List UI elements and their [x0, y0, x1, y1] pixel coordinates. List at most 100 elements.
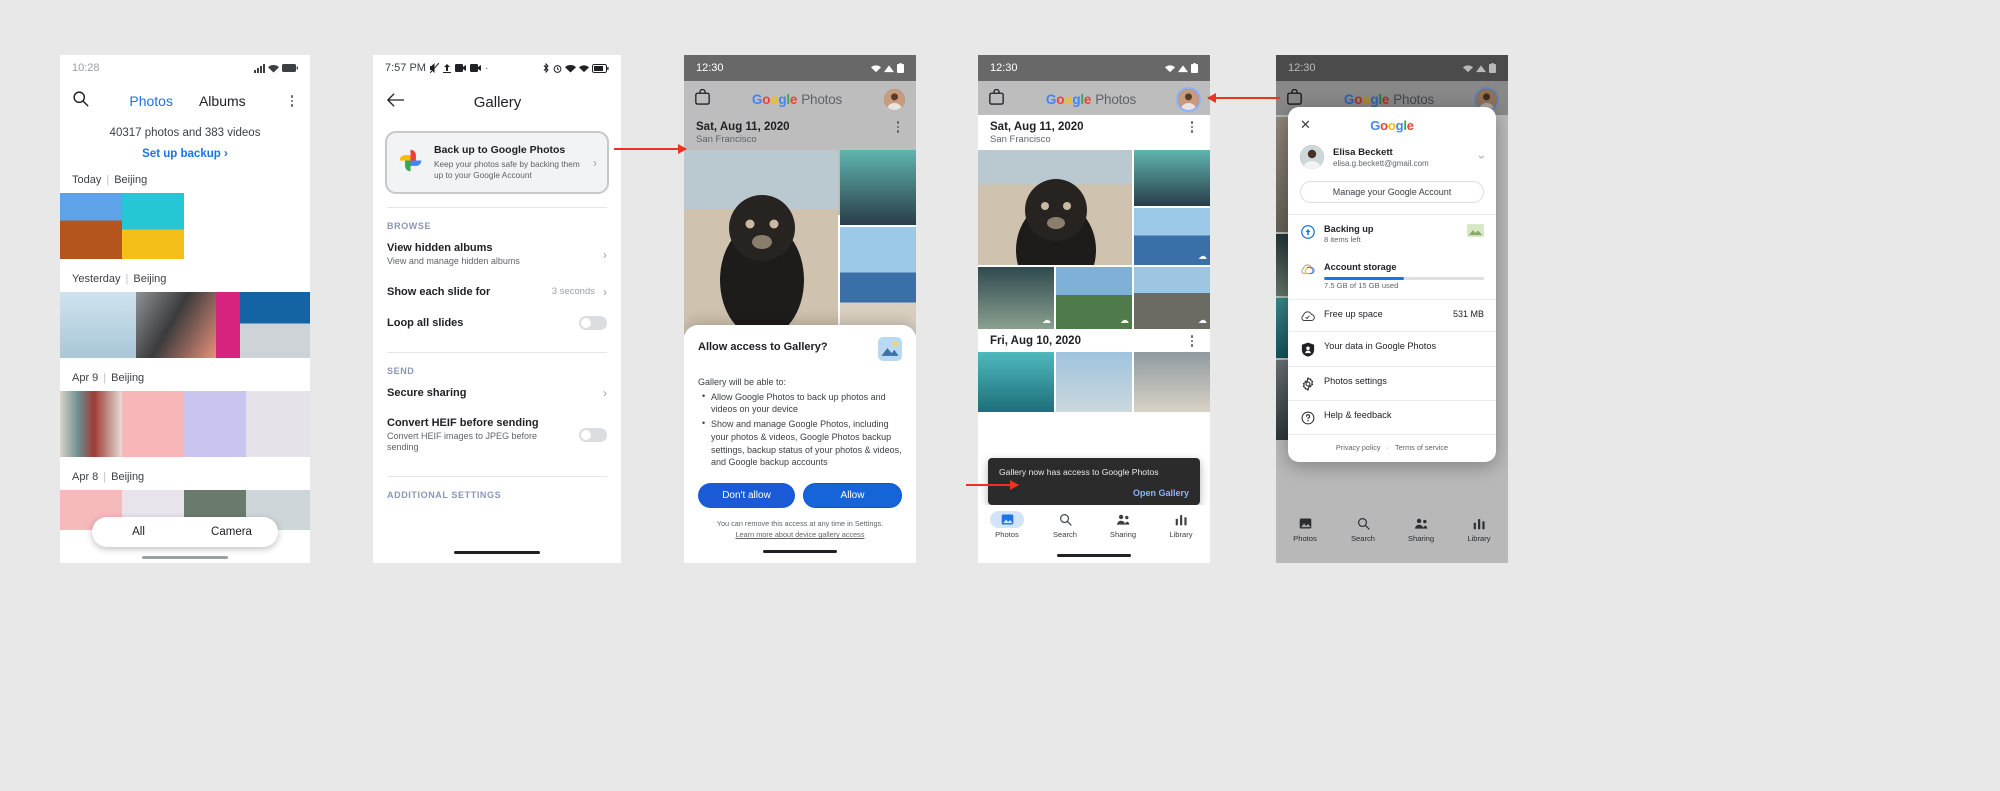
photo-thumb[interactable] [184, 391, 246, 457]
storage-progress-bar [1324, 277, 1484, 280]
setting-view-hidden-albums[interactable]: View hidden albums View and manage hidde… [373, 233, 621, 277]
permission-dialog: Allow access to Gallery? Gallery will be… [684, 324, 916, 563]
home-indicator [1057, 554, 1131, 557]
storage-progress-fill [1324, 277, 1404, 280]
dont-allow-button[interactable]: Don't allow [698, 483, 795, 509]
dialog-buttons: Don't allow Allow [698, 483, 902, 509]
setting-subtitle: View and manage hidden albums [387, 256, 520, 266]
bottom-nav: Photos Search Sharing Library [978, 505, 1210, 545]
photo-row[interactable] [684, 150, 916, 335]
kebab-menu-icon[interactable] [1186, 121, 1198, 133]
gallery-bag-icon[interactable] [695, 88, 710, 110]
avatar[interactable] [884, 88, 905, 110]
photo-thumb[interactable] [60, 391, 122, 457]
manage-account-button[interactable]: Manage your Google Account [1300, 181, 1484, 203]
video-icon [469, 64, 481, 72]
photo-thumb[interactable] [60, 193, 122, 259]
setting-loop-all-slides[interactable]: Loop all slides [373, 307, 621, 339]
backup-promo-card[interactable]: Back up to Google Photos Keep your photo… [385, 131, 609, 194]
loop-slides-toggle[interactable] [579, 315, 607, 330]
chevron-right-icon: › [593, 155, 597, 170]
filter-pill[interactable]: All Camera [92, 517, 278, 547]
kebab-menu-icon[interactable] [286, 95, 298, 107]
tab-photos[interactable]: Photos [129, 93, 173, 109]
photo-thumb[interactable] [684, 150, 838, 335]
photo-thumb[interactable] [1056, 352, 1132, 412]
kebab-menu-icon[interactable] [892, 121, 904, 133]
photo-row[interactable] [60, 391, 310, 457]
filter-all[interactable]: All [92, 526, 185, 538]
nav-library[interactable]: Library [1152, 511, 1210, 539]
nav-search[interactable]: Search [1036, 511, 1094, 539]
photo-thumb[interactable] [122, 391, 184, 457]
photo-row[interactable] [978, 352, 1210, 412]
footer-dot: · [1386, 443, 1389, 452]
nav-photos[interactable]: Photos [978, 511, 1036, 539]
google-photos-pinwheel-icon [397, 147, 424, 179]
help-feedback-row[interactable]: Help & feedback [1288, 401, 1496, 434]
avatar [1300, 145, 1324, 169]
gear-icon [1300, 376, 1315, 391]
allow-button[interactable]: Allow [803, 483, 902, 509]
photo-thumb[interactable]: ☁ [978, 267, 1054, 329]
status-icons [254, 63, 298, 73]
photos-settings-label: Photos settings [1324, 376, 1387, 386]
tab-albums[interactable]: Albums [199, 93, 246, 109]
avatar[interactable] [1178, 88, 1199, 110]
photo-thumb[interactable] [60, 292, 136, 358]
nav-label: Search [1052, 530, 1078, 539]
google-word: Google [1045, 91, 1092, 107]
photo-thumb[interactable] [840, 227, 916, 335]
photo-thumb[interactable] [122, 193, 184, 259]
photo-thumb[interactable] [246, 391, 310, 457]
convert-heif-toggle[interactable] [579, 428, 607, 443]
photos-word: Photos [1095, 91, 1137, 107]
photo-thumb[interactable]: ☁ [1134, 267, 1210, 329]
setting-secure-sharing[interactable]: Secure sharing › [373, 378, 621, 408]
dialog-footer-text: You can remove this access at any time i… [716, 519, 884, 529]
photo-thumb[interactable] [240, 292, 310, 358]
setting-convert-heif[interactable]: Convert HEIF before sending Convert HEIF… [373, 408, 621, 463]
nav-sharing[interactable]: Sharing [1094, 511, 1152, 539]
place-label: San Francisco [696, 134, 757, 145]
privacy-policy-link[interactable]: Privacy policy [1336, 443, 1381, 452]
search-icon[interactable] [72, 90, 89, 112]
photo-thumb[interactable]: ☁ [1056, 267, 1132, 329]
gallery-bag-icon[interactable] [989, 88, 1004, 110]
setting-slide-duration[interactable]: Show each slide for 3 seconds › [373, 277, 621, 307]
account-storage-row[interactable]: Account storage 7.5 GB of 15 GB used [1288, 253, 1496, 299]
photo-row[interactable]: ☁ ☁ ☁ [978, 267, 1210, 329]
account-user-row[interactable]: Elisa Beckett elisa.g.beckett@gmail.com … [1288, 137, 1496, 171]
home-indicator [454, 551, 540, 554]
photo-thumb[interactable] [840, 150, 916, 225]
snackbar-action-open-gallery[interactable]: Open Gallery [999, 488, 1189, 498]
section-additional-label: ADDITIONAL SETTINGS [387, 490, 502, 501]
photo-thumb[interactable] [216, 292, 240, 358]
photo-row[interactable]: ☁ [978, 150, 1210, 265]
your-data-row[interactable]: Your data in Google Photos [1288, 332, 1496, 366]
photos-settings-row[interactable]: Photos settings [1288, 367, 1496, 400]
backing-up-row[interactable]: Backing up 8 items left [1288, 215, 1496, 253]
photo-thumb[interactable] [978, 150, 1132, 265]
status-clock: 12:30 [696, 62, 724, 74]
filter-camera[interactable]: Camera [185, 526, 278, 538]
chevron-down-icon[interactable]: › [1475, 155, 1489, 159]
set-up-backup-link[interactable]: Set up backup › [60, 148, 310, 160]
backup-thumb [1467, 224, 1484, 242]
photo-row[interactable] [60, 193, 310, 259]
free-up-space-row[interactable]: Free up space 531 MB [1288, 300, 1496, 331]
photo-thumb[interactable] [136, 292, 216, 358]
photo-gap [184, 193, 310, 259]
photo-thumb[interactable] [978, 352, 1054, 412]
alarm-icon [553, 64, 562, 73]
photo-row[interactable] [60, 292, 310, 358]
photo-thumb[interactable] [1134, 150, 1210, 206]
kebab-menu-icon[interactable] [1186, 335, 1198, 347]
photos-icon [990, 511, 1024, 528]
learn-more-link[interactable]: Learn more about device gallery access [736, 530, 865, 539]
panel-header: ✕ Google [1288, 107, 1496, 137]
photo-thumb[interactable] [1134, 352, 1210, 412]
photo-thumb[interactable]: ☁ [1134, 208, 1210, 265]
terms-of-service-link[interactable]: Terms of service [1395, 443, 1448, 452]
video-icon [454, 64, 466, 72]
